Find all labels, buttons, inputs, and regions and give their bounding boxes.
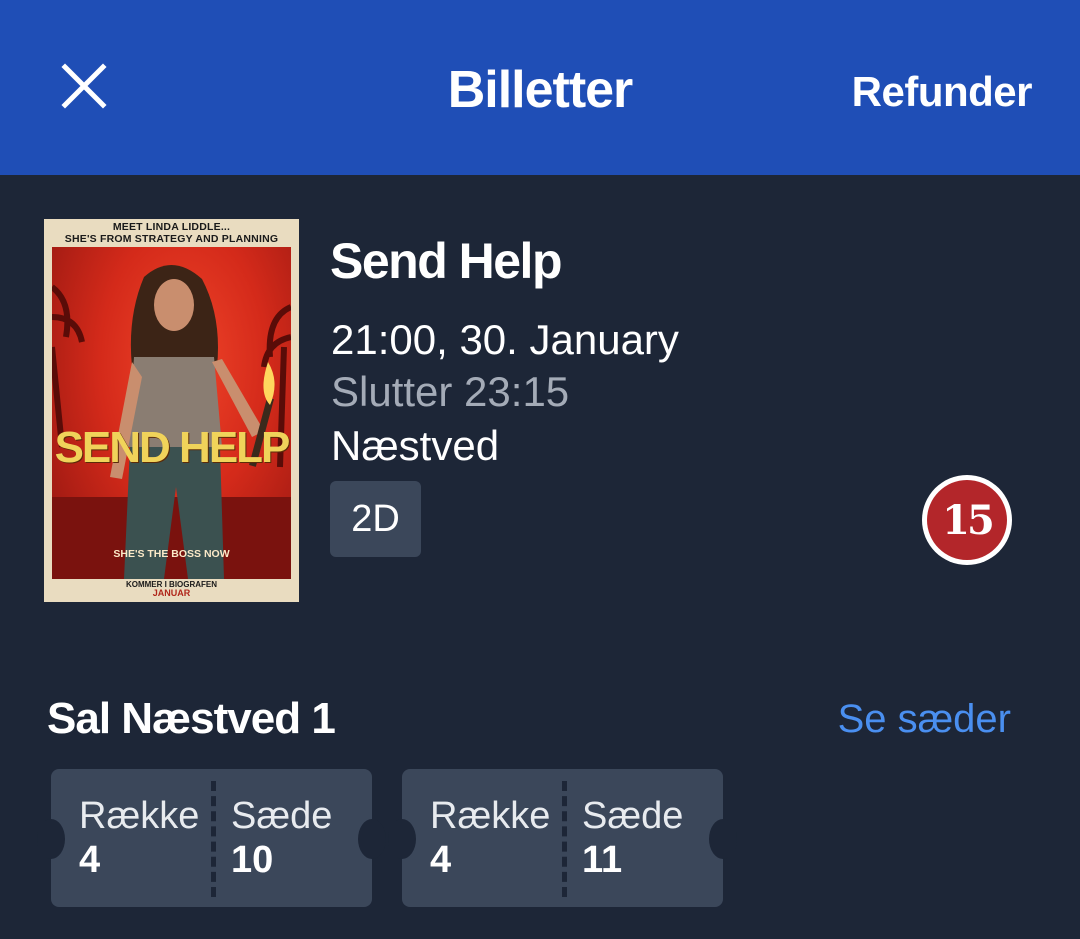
ticket-card: Række 4 Sæde 11 <box>388 769 737 907</box>
top-app-bar: Billetter Refunder <box>0 0 1080 175</box>
showtime-date: 21:00, 30. January <box>331 316 679 363</box>
poster-illustration <box>52 264 291 579</box>
age-rating-value: 15 <box>942 496 995 544</box>
seat-label: Sæde <box>582 795 684 837</box>
row-value: 4 <box>79 839 101 881</box>
poster-tagline: MEET LINDA LIDDLE... SHE'S FROM STRATEGY… <box>64 221 279 245</box>
ticket-card: Række 4 Sæde 10 <box>37 769 386 907</box>
see-seats-link[interactable]: Se sæder <box>838 697 1011 742</box>
row-label: Række <box>79 795 200 837</box>
age-rating-badge: 15 <box>922 475 1012 565</box>
hall-name: Sal Næstved 1 <box>47 694 336 743</box>
seat-value: 11 <box>582 839 623 881</box>
end-time: Slutter 23:15 <box>331 368 570 415</box>
ticket-divider <box>562 781 567 897</box>
movie-poster: MEET LINDA LIDDLE... SHE'S FROM STRATEGY… <box>44 219 299 602</box>
row-value: 4 <box>430 839 452 881</box>
seat-label: Sæde <box>231 795 333 837</box>
poster-title: SEND HELP <box>54 423 291 472</box>
ticket-divider <box>211 781 216 897</box>
seat-value: 10 <box>231 839 274 881</box>
refund-button[interactable]: Refunder <box>852 68 1033 116</box>
age-rating-icon: 15 <box>927 480 1007 560</box>
poster-artwork: SEND HELP SHE'S THE BOSS NOW <box>52 247 291 579</box>
row-label: Række <box>430 795 551 837</box>
poster-release-note: KOMMER I BIOGRAFEN JANUAR <box>125 580 218 598</box>
poster-bottom-line: SHE'S THE BOSS NOW <box>113 548 230 560</box>
movie-title: Send Help <box>330 233 562 289</box>
format-badge: 2D <box>330 481 421 557</box>
cinema-location: Næstved <box>331 422 500 469</box>
